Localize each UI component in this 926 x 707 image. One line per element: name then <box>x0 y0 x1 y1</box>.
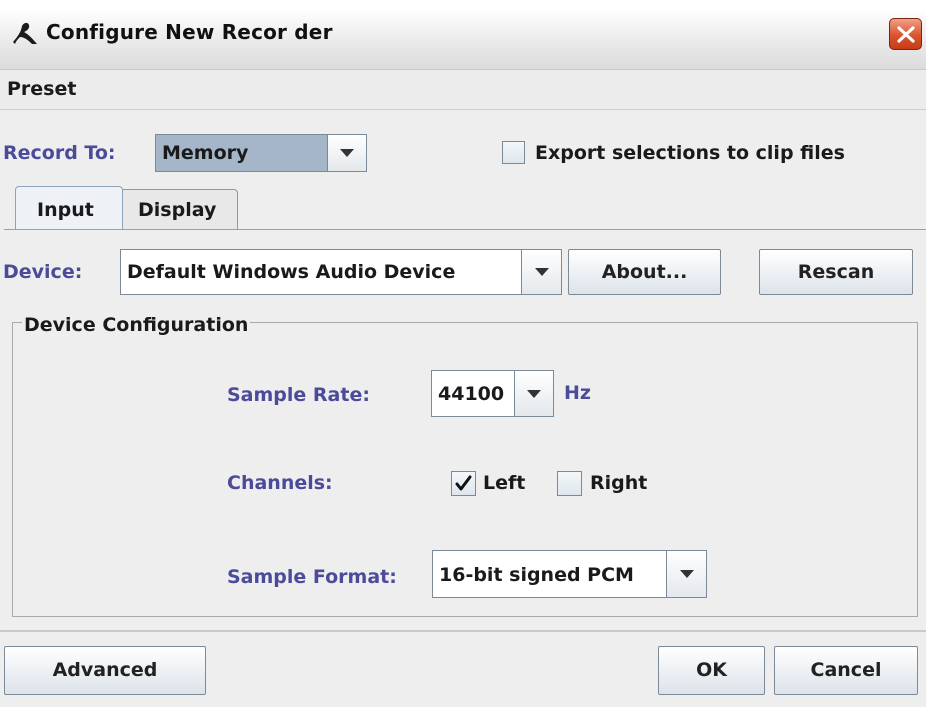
preset-menu[interactable]: Preset <box>7 78 76 100</box>
close-icon <box>897 26 915 43</box>
menu-bar <box>0 70 926 110</box>
right-channel-checkbox[interactable] <box>557 471 582 496</box>
device-configuration-legend: Device Configuration <box>22 313 251 337</box>
chevron-down-icon <box>679 570 694 578</box>
record-to-dropdown-arrow[interactable] <box>327 135 366 171</box>
device-dropdown[interactable]: Default Windows Audio Device <box>120 249 562 295</box>
ok-button[interactable]: OK <box>658 646 765 695</box>
tab-input[interactable]: Input <box>15 186 123 231</box>
checkmark-icon <box>455 475 472 491</box>
close-button[interactable] <box>889 18 922 50</box>
export-label: Export selections to clip files <box>535 142 845 164</box>
window-title: Configure New Recor der <box>46 20 333 44</box>
cancel-button[interactable]: Cancel <box>774 646 918 695</box>
tab-display-label: Display <box>138 199 217 221</box>
chevron-down-icon <box>527 389 541 398</box>
tab-input-label: Input <box>37 199 94 221</box>
left-channel-checkbox[interactable] <box>451 471 476 496</box>
record-to-dropdown[interactable]: Memory <box>155 134 367 172</box>
sample-rate-value: 44100 <box>438 383 505 405</box>
record-to-value: Memory <box>162 142 249 164</box>
export-checkbox[interactable] <box>502 141 525 164</box>
sample-format-label: Sample Format: <box>227 566 397 588</box>
bottom-separator <box>0 630 926 632</box>
tab-display[interactable]: Display <box>119 189 238 229</box>
sample-format-dropdown[interactable]: 16-bit signed PCM <box>432 550 707 598</box>
record-to-label: Record To: <box>3 142 116 164</box>
left-channel-label: Left <box>483 472 526 494</box>
about-button[interactable]: About... <box>568 249 721 295</box>
sample-format-value: 16-bit signed PCM <box>439 564 634 586</box>
dialog-window: Configure New Recor der Preset Record To… <box>0 0 926 707</box>
sample-rate-label: Sample Rate: <box>227 384 370 406</box>
device-value: Default Windows Audio Device <box>127 261 456 283</box>
sample-rate-unit: Hz <box>564 382 591 404</box>
rescan-button[interactable]: Rescan <box>759 249 913 295</box>
sample-rate-dropdown[interactable]: 44100 <box>431 370 554 417</box>
device-label: Device: <box>3 261 83 283</box>
chevron-down-icon <box>534 268 549 276</box>
right-channel-label: Right <box>590 472 648 494</box>
channels-label: Channels: <box>227 472 333 494</box>
sample-rate-dropdown-arrow[interactable] <box>514 371 553 416</box>
app-logo-icon <box>10 20 40 48</box>
chevron-down-icon <box>340 149 354 157</box>
sample-format-dropdown-arrow[interactable] <box>666 551 706 597</box>
device-dropdown-arrow[interactable] <box>521 250 561 294</box>
advanced-button[interactable]: Advanced <box>4 646 206 695</box>
